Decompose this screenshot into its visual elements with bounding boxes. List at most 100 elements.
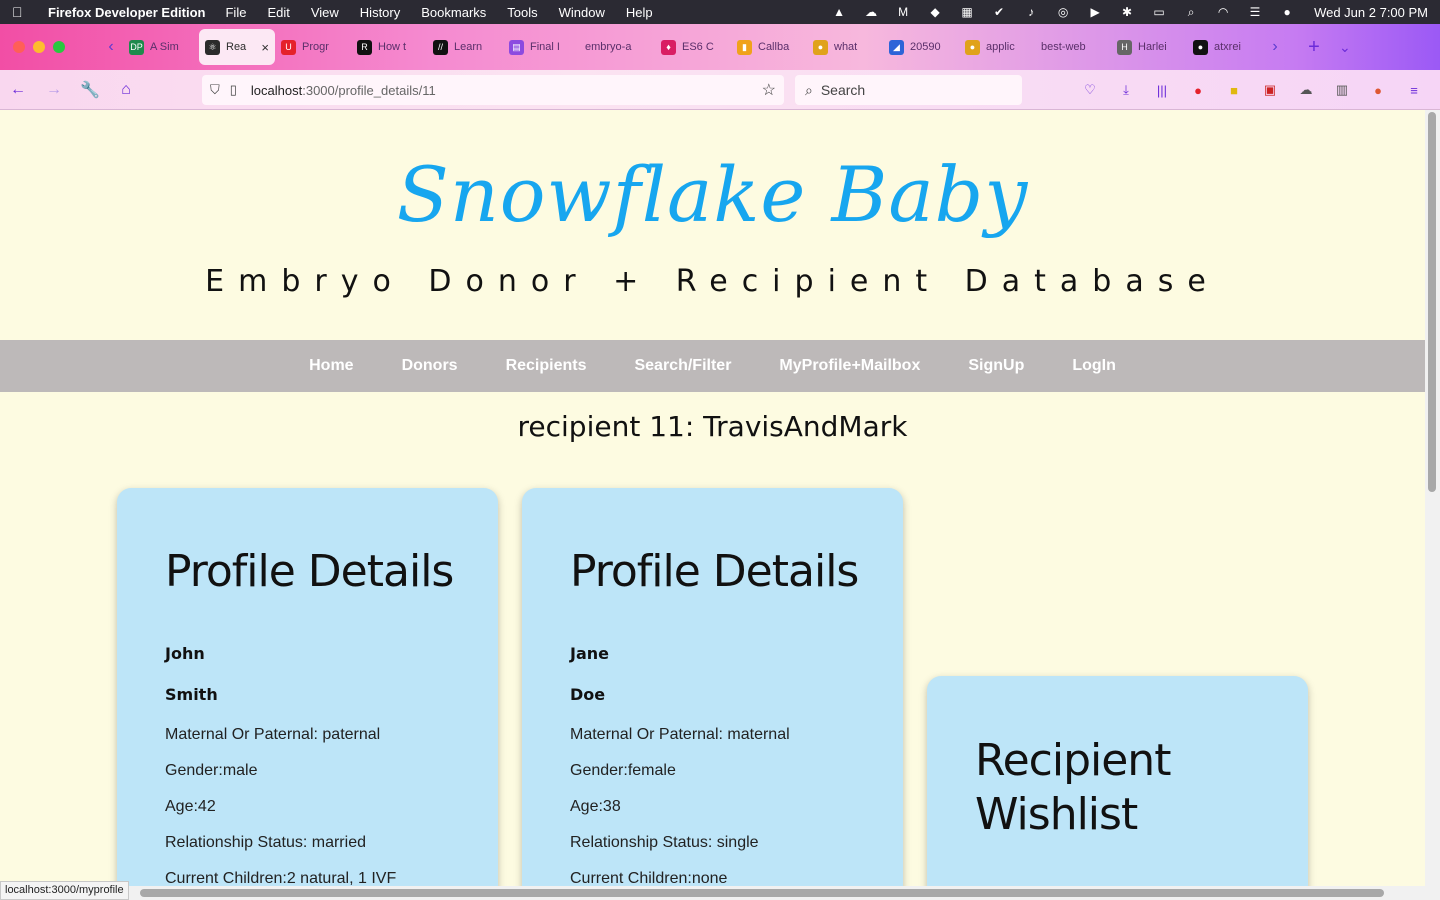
browser-tab[interactable]: ▤ Final I [503, 29, 579, 65]
nav-myprofile-mailbox[interactable]: MyProfile+Mailbox [779, 357, 920, 375]
site-tagline: Embryo Donor + Recipient Database [205, 264, 1220, 299]
browser-tab[interactable]: ▮ Callba [731, 29, 807, 65]
browser-tab[interactable]: DP A Sim [123, 29, 199, 65]
tab-label: embryo-a [585, 41, 632, 53]
tab-favicon-icon: H [1117, 39, 1132, 55]
nav-home[interactable]: Home [309, 357, 353, 375]
scroll-tabs-left-icon[interactable]: ‹ [99, 38, 123, 56]
tracking-shield-icon[interactable]: ⛉ [210, 82, 220, 98]
menu-tools[interactable]: Tools [507, 5, 537, 20]
url-bar[interactable]: ⛉ ▯ localhost:3000/profile_details/11 ☆ [202, 75, 784, 105]
devtools-wrench-icon[interactable]: 🔧 [72, 80, 108, 100]
creative-cloud-icon[interactable]: ☁ [862, 5, 880, 19]
malwarebytes-icon[interactable]: M [894, 5, 912, 19]
minimize-window-button[interactable] [33, 41, 45, 53]
extension-gray-icon[interactable]: ☁ [1294, 78, 1318, 102]
tab-favicon-icon: U [281, 39, 296, 55]
menubar-clock[interactable]: Wed Jun 2 7:00 PM [1314, 5, 1428, 20]
tab-favicon-icon: ● [965, 39, 980, 55]
extension-badge-icon[interactable]: ■ [1222, 78, 1246, 102]
browser-tab[interactable]: // Learn [427, 29, 503, 65]
browser-tab[interactable]: U Progr [275, 29, 351, 65]
browser-tab[interactable]: embryo-a [579, 29, 655, 65]
menu-view[interactable]: View [311, 5, 339, 20]
browser-tab[interactable]: best-web [1035, 29, 1111, 65]
menu-history[interactable]: History [360, 5, 400, 20]
extension-icons: ♡ ⤓ ||| ● ■ ▣ ☁ ▥ ● ≡ [1078, 78, 1426, 102]
site-logo[interactable]: Snowflake Baby [0, 150, 1425, 239]
search-bar[interactable]: ⌕ Search [795, 75, 1022, 105]
siri-icon[interactable]: ● [1278, 5, 1296, 19]
app-name[interactable]: Firefox Developer Edition [48, 5, 205, 20]
scroll-tabs-right-icon[interactable]: › [1263, 38, 1287, 56]
horizontal-scroll-thumb[interactable] [140, 889, 1384, 897]
apple-icon[interactable]:  [12, 4, 28, 20]
bluetooth-icon[interactable]: ✱ [1118, 5, 1136, 19]
wishlist-heading: Recipient Wishlist [975, 734, 1171, 842]
close-tab-icon[interactable]: × [261, 40, 269, 55]
tab-label: what [834, 41, 858, 53]
volume-icon[interactable]: ♪ [1022, 5, 1040, 19]
library-icon[interactable]: ||| [1150, 78, 1174, 102]
nav-donors[interactable]: Donors [402, 357, 458, 375]
horizontal-scrollbar[interactable] [0, 886, 1425, 900]
vlc-icon[interactable]: ▲ [830, 5, 848, 19]
age: Age:42 [165, 798, 216, 815]
zoom-window-button[interactable] [53, 41, 65, 53]
tab-favicon-icon: ● [813, 39, 828, 55]
profile-card-second: Profile Details Jane Doe Maternal Or Pat… [522, 488, 903, 886]
vertical-scrollbar[interactable] [1425, 110, 1440, 900]
last-name: Doe [570, 685, 606, 704]
downloads-icon[interactable]: ⤓ [1114, 78, 1138, 102]
close-window-button[interactable] [13, 41, 25, 53]
extension-grid-icon[interactable]: ▥ [1330, 78, 1354, 102]
pocket-icon[interactable]: ♡ [1078, 78, 1102, 102]
control-center-icon[interactable]: ☰ [1246, 5, 1264, 19]
nav-signup[interactable]: SignUp [968, 357, 1024, 375]
new-tab-button[interactable]: + [1299, 36, 1329, 59]
page-info-icon[interactable]: ▯ [230, 82, 237, 98]
browser-tab[interactable]: ♦ ES6 C [655, 29, 731, 65]
evernote-icon[interactable]: ◆ [926, 5, 944, 19]
check-icon[interactable]: ✔ [990, 5, 1008, 19]
spotlight-icon[interactable]: ⌕ [1182, 5, 1200, 19]
tab-favicon-icon: ⚛ [205, 39, 220, 55]
menu-bookmarks[interactable]: Bookmarks [421, 5, 486, 20]
nav-recipients[interactable]: Recipients [506, 357, 587, 375]
browser-tab[interactable]: ⚛ Rea × [199, 29, 275, 65]
back-button[interactable]: ← [0, 81, 36, 99]
duckduckgo-icon[interactable]: ● [1366, 78, 1390, 102]
tab-favicon-icon: ▤ [509, 39, 524, 55]
menu-help[interactable]: Help [626, 5, 653, 20]
nav-search-filter[interactable]: Search/Filter [634, 357, 731, 375]
play-icon[interactable]: ▶ [1086, 5, 1104, 19]
dropbox-icon[interactable]: ▦ [958, 5, 976, 19]
first-name: Jane [570, 644, 609, 663]
paperclip-icon[interactable]: ◎ [1054, 5, 1072, 19]
navigation-toolbar: ← → 🔧 ⌂ ⛉ ▯ localhost:3000/profile_detai… [0, 70, 1440, 110]
menu-window[interactable]: Window [559, 5, 605, 20]
nav-login[interactable]: LogIn [1072, 357, 1116, 375]
tab-label: Final I [530, 41, 560, 53]
vertical-scroll-thumb[interactable] [1428, 112, 1436, 492]
app-menu-icon[interactable]: ≡ [1402, 78, 1426, 102]
battery-icon[interactable]: ▭ [1150, 5, 1168, 19]
wifi-icon[interactable]: ◠ [1214, 5, 1232, 19]
first-name: John [165, 644, 205, 663]
list-all-tabs-icon[interactable]: ⌄ [1339, 39, 1351, 56]
menu-file[interactable]: File [225, 5, 246, 20]
browser-tab[interactable]: ● applic [959, 29, 1035, 65]
menu-edit[interactable]: Edit [267, 5, 289, 20]
browser-tab[interactable]: ● what [807, 29, 883, 65]
extension-red-icon[interactable]: ▣ [1258, 78, 1282, 102]
forward-button[interactable]: → [36, 81, 72, 99]
tab-label: Learn [454, 41, 483, 53]
bookmark-star-icon[interactable]: ☆ [762, 80, 776, 100]
browser-tab[interactable]: H Harlei [1111, 29, 1187, 65]
browser-tab[interactable]: ● atxrei [1187, 29, 1263, 65]
browser-tab[interactable]: R How t [351, 29, 427, 65]
site-nav: Home Donors Recipients Search/Filter MyP… [0, 340, 1425, 392]
tomato-timer-icon[interactable]: ● [1186, 78, 1210, 102]
browser-tab[interactable]: ◢ 20590 [883, 29, 959, 65]
home-button[interactable]: ⌂ [108, 81, 144, 99]
